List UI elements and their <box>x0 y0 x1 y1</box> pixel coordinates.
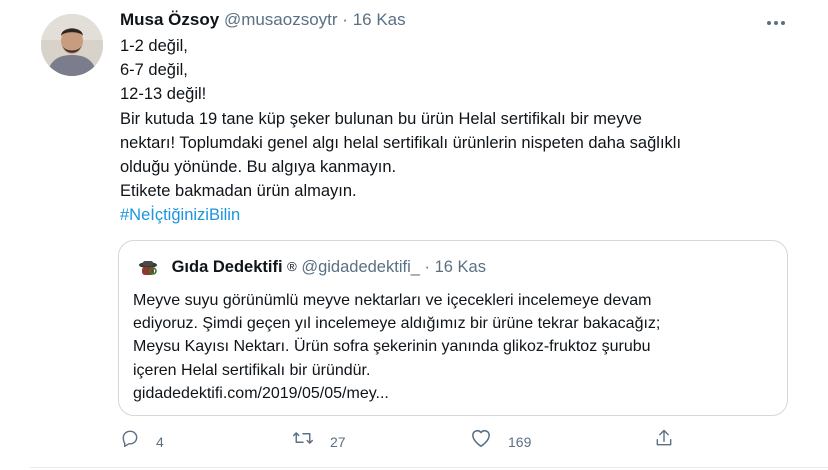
tweet-line: Bir kutuda 19 tane küp şeker bulunan bu … <box>120 109 642 128</box>
quoted-line: içeren Helal sertifikalı bir üründür. <box>133 361 371 379</box>
tweet-line: 12-13 değil! <box>120 85 207 104</box>
retweet-count: 27 <box>330 434 346 450</box>
quoted-header-separator: · <box>424 258 431 276</box>
heart-icon <box>470 428 508 457</box>
share-button[interactable] <box>654 428 690 456</box>
quoted-line: Meysu Kayısı Nektarı. Ürün sofra şekerin… <box>133 338 651 356</box>
quoted-author-handle[interactable]: @gidadedektifi_ <box>301 258 420 276</box>
tweet-text: 1-2 değil, 6-7 değil, 12-13 değil! Bir k… <box>120 34 800 228</box>
quoted-tweet-text: Meyve suyu görünümlü meyve nektarları ve… <box>133 289 783 405</box>
tweet-line: nektarı! Toplumdaki genel algı helal ser… <box>120 133 682 152</box>
hashtag-link[interactable]: #NeİçtiğiniziBilin <box>120 203 800 227</box>
retweet-button[interactable]: 27 <box>292 428 346 456</box>
reply-button[interactable]: 4 <box>120 428 164 456</box>
tweet-date[interactable]: 16 Kas <box>353 10 406 29</box>
quoted-tweet-header: Gıda Dedektifi ® @gidadedektifi_ · 16 Ka… <box>137 255 486 279</box>
quoted-tweet[interactable]: Gıda Dedektifi ® @gidadedektifi_ · 16 Ka… <box>118 240 788 416</box>
tweet-actions: 4 27 169 <box>120 428 680 456</box>
tweet-line: olduğu yönünde. Bu algıya kanmayın. <box>120 158 397 177</box>
author-handle[interactable]: @musaozsoytr <box>224 10 338 29</box>
tweet: Musa Özsoy @musaozsoytr · 16 Kas 1-2 değ… <box>0 0 828 470</box>
quoted-link[interactable]: gidadedektifi.com/2019/05/05/mey... <box>133 382 783 405</box>
avatar-photo <box>41 14 103 76</box>
share-icon <box>654 428 690 457</box>
header-separator: · <box>342 10 348 29</box>
like-button[interactable]: 169 <box>470 428 531 456</box>
retweet-icon <box>292 428 330 457</box>
quoted-line: ediyoruz. Şimdi geçen yıl incelemeye ald… <box>133 315 661 333</box>
quoted-author-name[interactable]: Gıda Dedektifi <box>172 258 283 276</box>
divider <box>30 467 828 468</box>
tweet-line: 1-2 değil, <box>120 37 188 55</box>
more-icon[interactable] <box>766 12 786 28</box>
reply-icon <box>120 428 156 457</box>
author-name[interactable]: Musa Özsoy <box>120 10 219 29</box>
tweet-line: 6-7 değil, <box>120 61 188 80</box>
quoted-tweet-date[interactable]: 16 Kas <box>435 258 486 276</box>
detective-logo-icon <box>137 259 159 277</box>
like-count: 169 <box>508 434 532 450</box>
quoted-line: Meyve suyu görünümlü meyve nektarları ve… <box>133 292 652 309</box>
avatar[interactable] <box>41 14 103 76</box>
tweet-line: Etikete bakmadan ürün almayın. <box>120 182 357 201</box>
reply-count: 4 <box>156 434 164 450</box>
tweet-header: Musa Özsoy @musaozsoytr · 16 Kas <box>120 9 406 31</box>
registered-badge: ® <box>287 259 297 274</box>
